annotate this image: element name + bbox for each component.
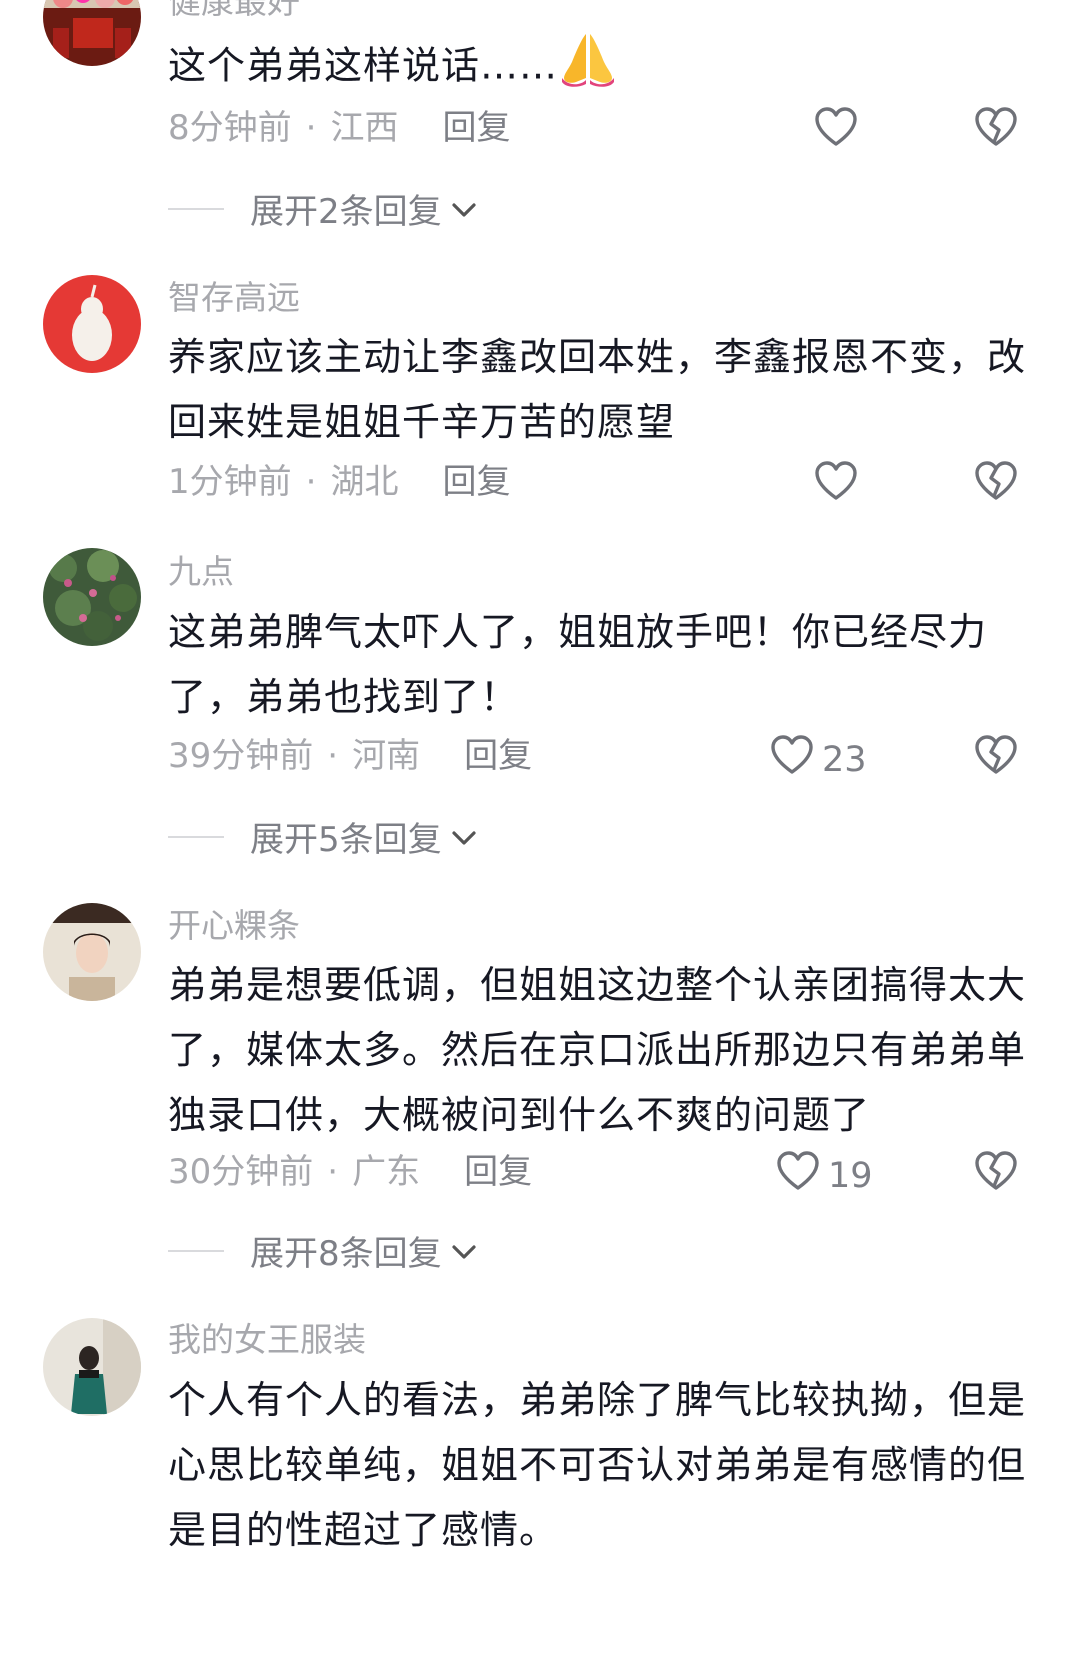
comment-meta: 39分钟前 · 河南 回复 <box>168 734 532 778</box>
comment-meta: 30分钟前 · 广东 回复 <box>168 1150 532 1194</box>
avatar[interactable] <box>43 548 141 646</box>
reply-button[interactable]: 回复 <box>442 462 510 502</box>
comment-time: 8分钟前 <box>168 108 292 148</box>
comment-text: 弟弟是想要低调，但姐姐这边整个认亲团搞得太大了，媒体太多。然后在京口派出所那边只… <box>168 963 1027 1137</box>
comment-time: 1分钟前 <box>168 462 292 502</box>
comment-location: 河南 <box>352 736 421 776</box>
avatar[interactable] <box>43 275 141 373</box>
reply-button[interactable]: 回复 <box>464 1152 532 1192</box>
comment-text: 这弟弟脾气太吓人了，姐姐放手吧！你已经尽力了，弟弟也找到了！ <box>168 610 988 719</box>
comment-location: 江西 <box>330 108 399 148</box>
comment-text: 养家应该主动让李鑫改回本姓，李鑫报恩不变，改回来姓是姐姐千辛万苦的愿望 <box>168 335 1027 444</box>
like-button[interactable]: 19 <box>776 1150 873 1201</box>
reply-button[interactable]: 回复 <box>442 108 510 148</box>
expand-replies[interactable]: 展开5条回复 <box>168 812 478 861</box>
heart-outline-icon <box>814 460 858 511</box>
dislike-button[interactable] <box>974 460 1018 506</box>
comment-time: 39分钟前 <box>168 736 314 776</box>
dislike-button[interactable] <box>974 106 1018 152</box>
comment-location: 湖北 <box>330 462 399 502</box>
meta-separator: · <box>305 108 317 148</box>
comment-time: 30分钟前 <box>168 1152 314 1192</box>
like-count: 23 <box>822 739 867 780</box>
expand-replies[interactable]: 展开8条回复 <box>168 1226 478 1275</box>
avatar[interactable] <box>43 0 141 66</box>
like-button[interactable] <box>814 106 866 157</box>
heart-outline-icon <box>814 106 858 157</box>
meta-separator: · <box>327 1152 339 1192</box>
username[interactable]: 智存高远 <box>168 278 300 318</box>
divider-line <box>168 207 224 210</box>
heart-outline-icon <box>770 734 814 785</box>
username[interactable]: 健康最好 <box>168 0 300 22</box>
divider-line <box>168 1249 224 1252</box>
expand-label: 展开5条回复 <box>250 820 442 860</box>
comment-meta: 1分钟前 · 湖北 回复 <box>168 460 510 504</box>
dislike-button[interactable] <box>974 1150 1018 1196</box>
meta-separator: · <box>327 736 339 776</box>
folded-hands-emoji <box>558 28 618 108</box>
chevron-down-icon <box>450 189 478 229</box>
comment-text-body: 这个弟弟这样说话…… <box>168 43 559 88</box>
meta-separator: · <box>305 462 317 502</box>
broken-heart-icon <box>974 735 1018 780</box>
broken-heart-icon <box>974 107 1018 152</box>
heart-outline-icon <box>776 1150 820 1201</box>
like-button[interactable]: 23 <box>770 734 867 785</box>
chevron-down-icon <box>450 1231 478 1271</box>
expand-label: 展开2条回复 <box>250 192 442 232</box>
avatar[interactable] <box>43 903 141 1001</box>
username[interactable]: 开心粿条 <box>168 906 300 946</box>
username[interactable]: 我的女王服装 <box>168 1320 366 1360</box>
reply-button[interactable]: 回复 <box>464 736 532 776</box>
chevron-down-icon <box>450 817 478 857</box>
avatar[interactable] <box>43 1318 141 1416</box>
like-count: 19 <box>828 1155 873 1196</box>
expand-label: 展开8条回复 <box>250 1234 442 1274</box>
broken-heart-icon <box>974 1151 1018 1196</box>
comment-location: 广东 <box>352 1152 421 1192</box>
comment-text: 这个弟弟这样说话…… <box>168 28 1048 108</box>
expand-replies[interactable]: 展开2条回复 <box>168 184 478 233</box>
comment-text: 个人有个人的看法，弟弟除了脾气比较执拗，但是心思比较单纯，姐姐不可否认对弟弟是有… <box>168 1378 1027 1552</box>
like-button[interactable] <box>814 460 866 511</box>
broken-heart-icon <box>974 461 1018 506</box>
username[interactable]: 九点 <box>168 552 234 592</box>
dislike-button[interactable] <box>974 734 1018 780</box>
divider-line <box>168 835 224 838</box>
comment-meta: 8分钟前 · 江西 回复 <box>168 106 510 150</box>
